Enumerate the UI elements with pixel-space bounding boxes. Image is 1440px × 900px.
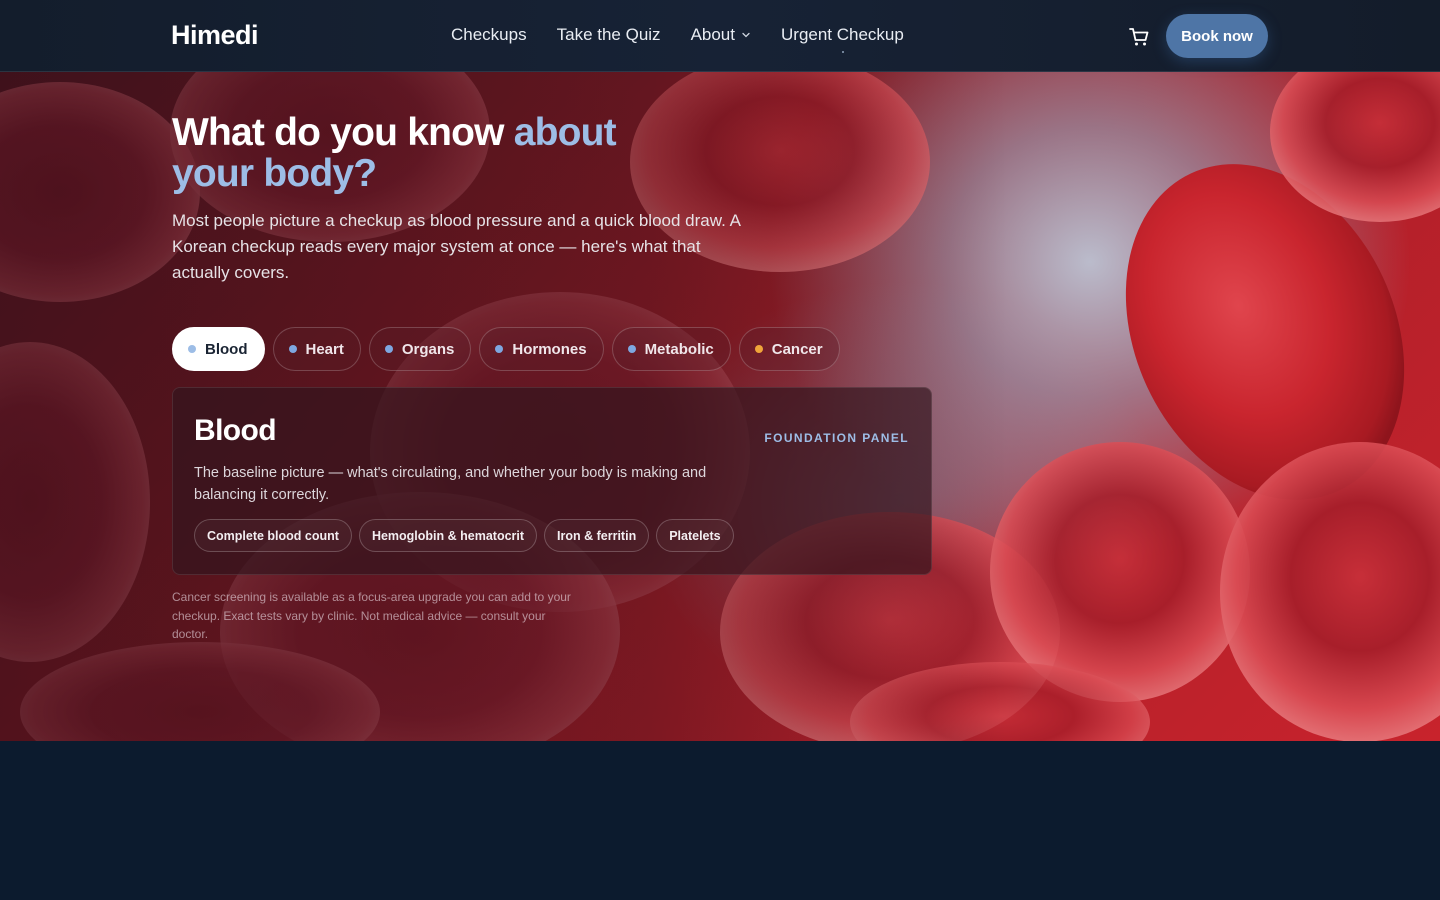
nav-indicator-dot <box>842 51 845 53</box>
tab-label: Heart <box>305 340 344 358</box>
nav-take-the-quiz[interactable]: Take the Quiz <box>557 25 661 45</box>
main-nav: Checkups Take the Quiz About Urgent Chec… <box>451 25 904 53</box>
test-list: Complete blood count Hemoglobin & hemato… <box>194 519 741 552</box>
logo[interactable]: Himedi <box>171 20 259 51</box>
nav-about[interactable]: About <box>691 25 751 45</box>
tab-label: Blood <box>205 340 248 358</box>
tab-dot <box>384 345 393 353</box>
disclaimer-footnote: Cancer screening is available as a focus… <box>172 590 571 641</box>
system-detail-panel: Blood FOUNDATION PANEL The baseline pict… <box>172 387 932 575</box>
nav-checkups[interactable]: Checkups <box>451 25 527 45</box>
book-now-button[interactable]: Book now <box>1166 14 1268 58</box>
hero-section: What do you know about your body? Most p… <box>0 72 1440 741</box>
test-pill: Iron & ferritin <box>544 519 650 552</box>
tab-label: Organs <box>401 340 455 358</box>
hero-headline: What do you know about your body? <box>172 112 692 194</box>
nav-about-label: About <box>690 25 735 44</box>
tab-label: Hormones <box>512 340 587 358</box>
tab-blood[interactable]: Blood <box>172 327 265 371</box>
tab-heart[interactable]: Heart <box>272 327 361 371</box>
tab-dot <box>188 345 196 353</box>
headline-main: What do you know <box>172 111 514 154</box>
test-pill: Complete blood count <box>194 519 352 552</box>
panel-tag: FOUNDATION PANEL <box>764 431 909 445</box>
body-system-tabs: Blood Heart Organs Hormones Metabolic Ca… <box>172 327 848 371</box>
nav-quiz-label: Take the Quiz <box>556 25 661 44</box>
tab-hormones[interactable]: Hormones <box>479 327 604 371</box>
tab-cancer[interactable]: Cancer <box>738 327 840 371</box>
panel-description: The baseline picture — what's circulatin… <box>194 465 707 503</box>
tab-organs[interactable]: Organs <box>368 327 472 371</box>
tab-dot <box>627 345 636 353</box>
nav-checkups-label: Checkups <box>451 25 527 44</box>
tab-dot <box>495 345 504 353</box>
chevron-down-icon <box>742 32 750 38</box>
tab-metabolic[interactable]: Metabolic <box>611 327 731 371</box>
tab-label: Cancer <box>771 340 823 358</box>
shopping-cart-icon[interactable] <box>1128 26 1150 48</box>
site-header: Himedi Checkups Take the Quiz About Urge… <box>0 0 1440 72</box>
hero-lede: Most people picture a checkup as blood p… <box>172 211 740 282</box>
panel-title: Blood <box>194 414 277 447</box>
test-pill: Hemoglobin & hematocrit <box>358 519 538 552</box>
tab-dot <box>288 345 297 353</box>
nav-urgent-checkup[interactable]: Urgent Checkup <box>781 25 904 53</box>
tab-dot <box>754 345 763 353</box>
test-pill: Platelets <box>656 519 734 552</box>
tab-label: Metabolic <box>644 340 714 358</box>
nav-urgent-label: Urgent Checkup <box>781 25 904 44</box>
